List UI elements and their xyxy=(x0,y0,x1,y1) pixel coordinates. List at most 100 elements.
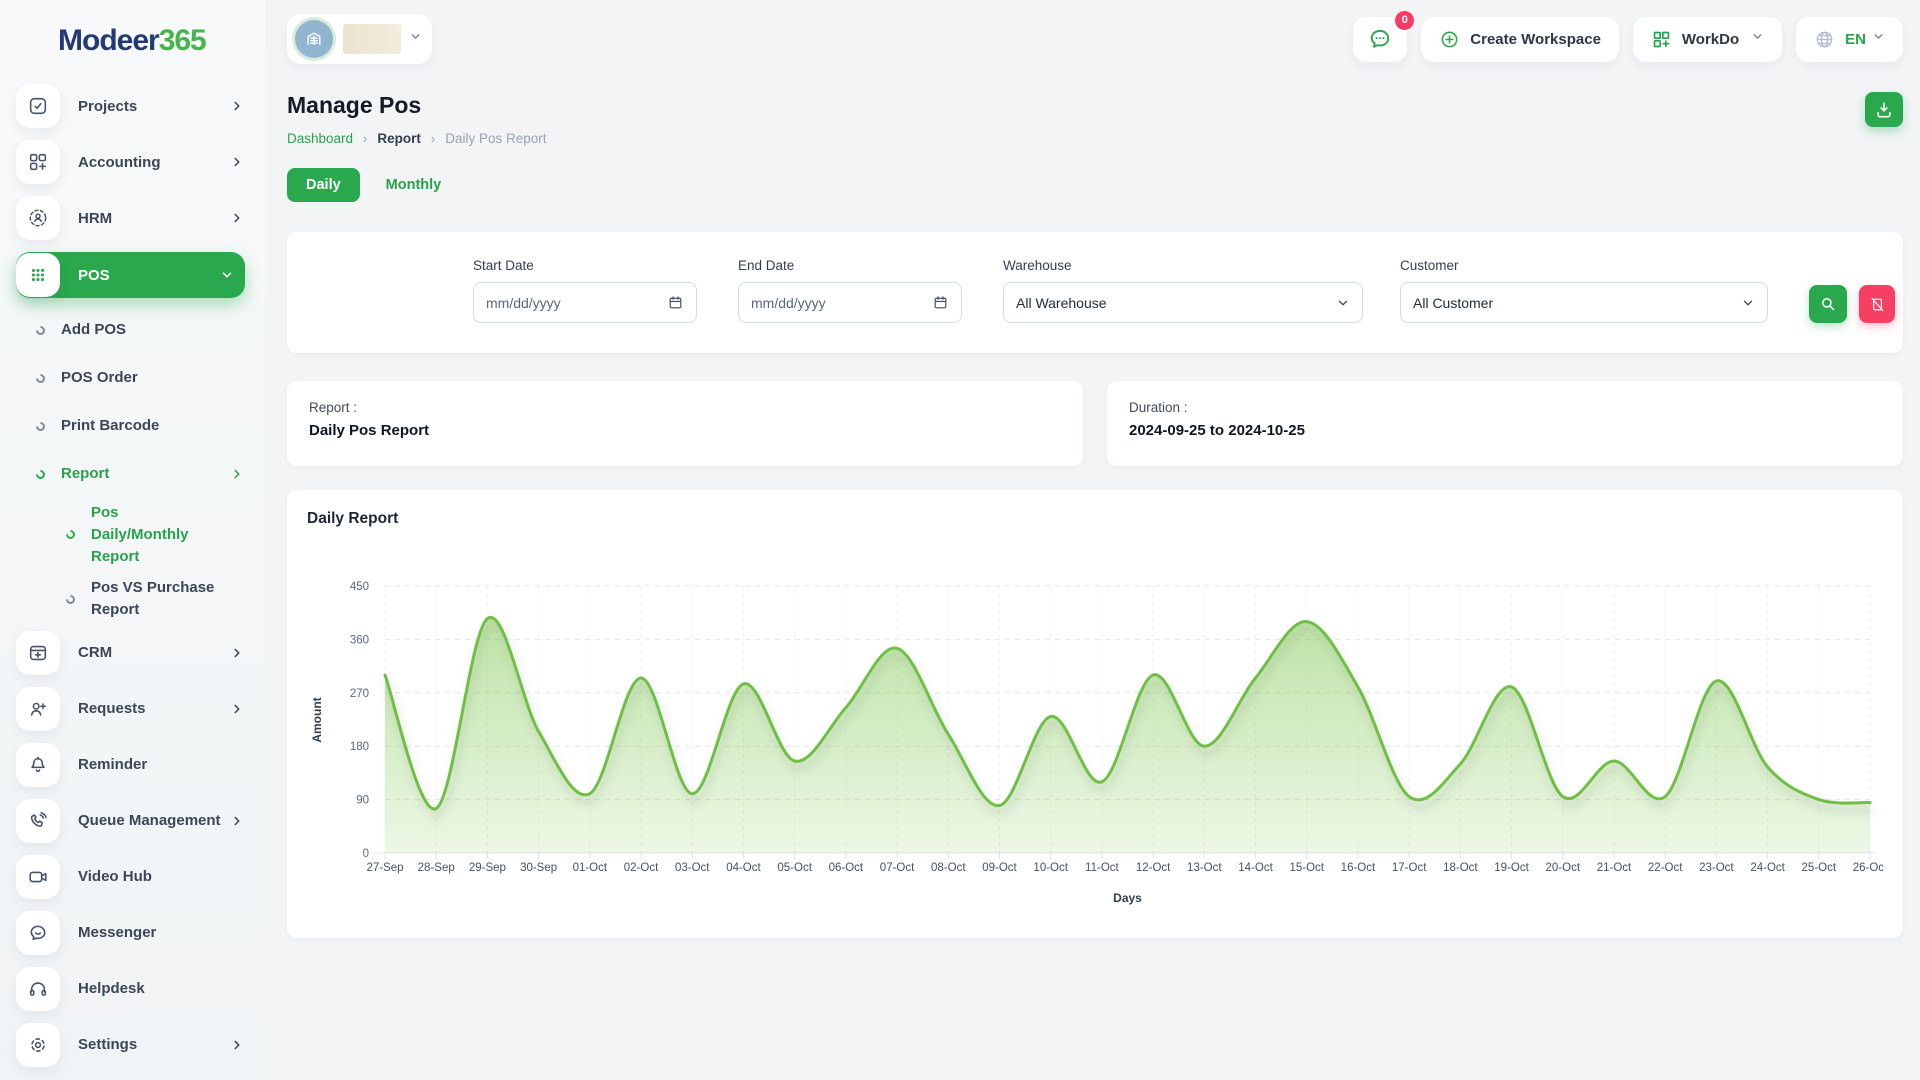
sidebar-item-settings[interactable]: Settings xyxy=(16,1023,245,1067)
start-date-input[interactable]: mm/dd/yyyy xyxy=(473,282,697,323)
bell-icon xyxy=(16,743,60,787)
calendar-icon xyxy=(932,294,949,311)
messages-button[interactable]: 0 xyxy=(1353,17,1407,62)
sidebar-item-label: Helpdesk xyxy=(78,980,245,997)
sidebar-item-label: Print Barcode xyxy=(61,415,245,437)
bullet-icon xyxy=(34,324,47,337)
workspace-avatar xyxy=(295,20,333,58)
breadcrumb-dashboard[interactable]: Dashboard xyxy=(287,131,353,146)
tab-monthly[interactable]: Monthly xyxy=(386,177,442,193)
sidebar-item-label: Requests xyxy=(78,700,229,717)
download-button[interactable] xyxy=(1865,92,1903,127)
sidebar-item-print-barcode[interactable]: Print Barcode xyxy=(36,406,245,446)
create-workspace-button[interactable]: Create Workspace xyxy=(1421,17,1619,62)
sidebar-item-label: Reminder xyxy=(78,756,245,773)
x-axis-label: 05-Oct xyxy=(777,862,812,874)
x-axis-label: 14-Oct xyxy=(1238,862,1273,874)
sidebar-item-label: HRM xyxy=(78,210,229,227)
chevron-down-icon xyxy=(1741,296,1755,310)
chevron-down-icon xyxy=(1751,30,1764,48)
x-axis-title: Days xyxy=(1113,891,1142,905)
duration-summary-card: Duration : 2024-09-25 to 2024-10-25 xyxy=(1107,381,1903,466)
sidebar-item-pos-vs-purchase-report[interactable]: Pos VS Purchase Report xyxy=(66,577,216,621)
chevron-right-icon xyxy=(229,98,245,114)
workdo-menu-button[interactable]: WorkDo xyxy=(1633,17,1782,62)
start-date-label: Start Date xyxy=(473,258,697,273)
sidebar: Modeer365 Projects Accounting HRM xyxy=(0,0,265,1080)
sidebar-item-report[interactable]: Report xyxy=(36,454,245,494)
warehouse-select[interactable]: All Warehouse xyxy=(1003,282,1363,323)
sidebar-item-pos[interactable]: POS xyxy=(16,252,245,298)
sidebar-item-requests[interactable]: Requests xyxy=(16,687,245,731)
y-axis-label: 450 xyxy=(350,581,369,593)
breadcrumb-report[interactable]: Report xyxy=(377,131,421,146)
end-date-input[interactable]: mm/dd/yyyy xyxy=(738,282,962,323)
sidebar-item-label: Settings xyxy=(78,1036,229,1053)
sidebar-item-pos-daily-monthly-report[interactable]: Pos Daily/Monthly Report xyxy=(66,502,216,567)
x-axis-label: 29-Sep xyxy=(469,862,506,874)
page-title: Manage Pos xyxy=(287,92,547,119)
brand-suffix: 365 xyxy=(159,24,206,57)
sidebar-item-projects[interactable]: Projects xyxy=(16,84,245,128)
sidebar-item-pos-order[interactable]: POS Order xyxy=(36,358,245,398)
sidebar-item-label: CRM xyxy=(78,644,229,661)
breadcrumb-current: Daily Pos Report xyxy=(445,131,546,146)
start-date-field: Start Date mm/dd/yyyy xyxy=(473,258,697,323)
x-axis-label: 20-Oct xyxy=(1546,862,1581,874)
x-axis-label: 21-Oct xyxy=(1597,862,1632,874)
report-summary-card: Report : Daily Pos Report xyxy=(287,381,1083,466)
sidebar-item-video-hub[interactable]: Video Hub xyxy=(16,855,245,899)
x-axis-label: 24-Oct xyxy=(1750,862,1785,874)
sidebar-item-add-pos[interactable]: Add POS xyxy=(36,310,245,350)
sidebar-item-messenger[interactable]: Messenger xyxy=(16,911,245,955)
bullet-icon xyxy=(64,528,77,541)
customer-value: All Customer xyxy=(1413,295,1493,311)
bullet-icon xyxy=(64,593,77,606)
chart-area-fill xyxy=(385,617,1870,853)
create-workspace-label: Create Workspace xyxy=(1470,31,1601,48)
search-button[interactable] xyxy=(1809,285,1847,323)
sidebar-item-label: POS xyxy=(78,267,219,284)
chevron-right-icon xyxy=(229,645,245,661)
sidebar-item-reminder[interactable]: Reminder xyxy=(16,743,245,787)
report-mode-tabs: Daily Monthly xyxy=(287,168,1903,202)
breadcrumb-separator: › xyxy=(431,131,435,146)
chart-title: Daily Report xyxy=(307,510,1883,528)
y-axis-label: 270 xyxy=(350,688,369,700)
sidebar-item-queue-management[interactable]: Queue Management xyxy=(16,799,245,843)
x-axis-label: 07-Oct xyxy=(880,862,915,874)
date-placeholder: mm/dd/yyyy xyxy=(751,295,826,311)
chevron-down-icon xyxy=(1872,30,1885,48)
main-content: 0 Create Workspace WorkDo EN Manage Pos xyxy=(265,0,1920,938)
customer-select[interactable]: All Customer xyxy=(1400,282,1768,323)
summary-row: Report : Daily Pos Report Duration : 202… xyxy=(287,381,1903,466)
y-axis-label: 180 xyxy=(350,741,369,753)
duration-label: Duration : xyxy=(1129,400,1881,415)
reset-button[interactable] xyxy=(1859,285,1895,323)
chevron-right-icon xyxy=(229,1037,245,1053)
topbar: 0 Create Workspace WorkDo EN xyxy=(287,10,1903,68)
sidebar-item-label: Video Hub xyxy=(78,868,245,885)
download-icon xyxy=(1874,100,1894,120)
workspace-selector[interactable] xyxy=(287,14,432,64)
language-selector[interactable]: EN xyxy=(1796,17,1903,62)
brand-logo[interactable]: Modeer365 xyxy=(0,24,265,58)
breadcrumb-separator: › xyxy=(363,131,367,146)
sidebar-item-crm[interactable]: CRM xyxy=(16,631,245,675)
brand-name: Modeer xyxy=(58,24,159,57)
x-axis-label: 09-Oct xyxy=(982,862,1017,874)
tab-daily[interactable]: Daily xyxy=(287,168,360,202)
sidebar-item-hrm[interactable]: HRM xyxy=(16,196,245,240)
chevron-right-icon xyxy=(229,210,245,226)
x-axis-label: 25-Oct xyxy=(1802,862,1837,874)
bullet-icon xyxy=(34,372,47,385)
daily-report-chart: 09018027036045027-Sep28-Sep29-Sep30-Sep0… xyxy=(307,568,1883,920)
sidebar-item-label: POS Order xyxy=(61,367,245,389)
workspace-logo xyxy=(343,24,401,54)
x-axis-label: 19-Oct xyxy=(1494,862,1529,874)
x-axis-label: 11-Oct xyxy=(1085,862,1119,874)
gear-icon xyxy=(16,1023,60,1067)
sidebar-item-accounting[interactable]: Accounting xyxy=(16,140,245,184)
sidebar-item-helpdesk[interactable]: Helpdesk xyxy=(16,967,245,1011)
x-axis-label: 18-Oct xyxy=(1443,862,1478,874)
